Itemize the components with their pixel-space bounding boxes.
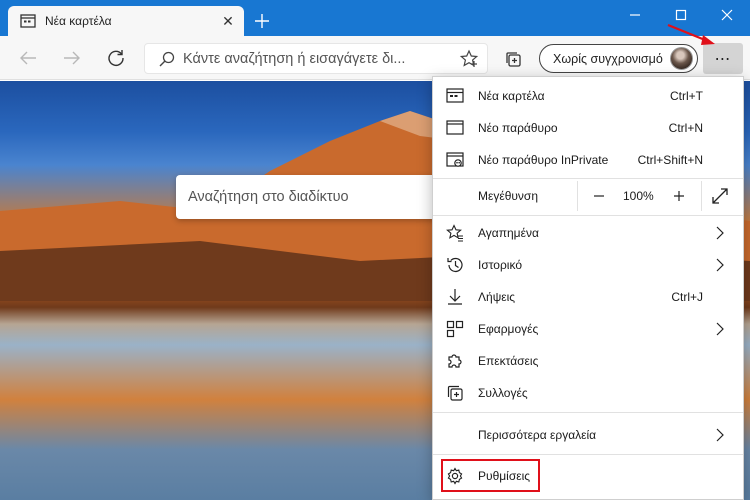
menu-item-apps[interactable]: Εφαρμογές <box>433 313 743 345</box>
tab-close-icon[interactable]: ✕ <box>218 11 238 31</box>
menu-item-shortcut: Ctrl+Shift+N <box>637 153 703 167</box>
menu-item-downloads[interactable]: Λήψεις Ctrl+J <box>433 281 743 313</box>
refresh-icon <box>108 50 124 67</box>
plus-icon <box>255 14 269 28</box>
menu-item-shortcut: Ctrl+N <box>668 121 703 135</box>
menu-item-collections[interactable]: Συλλογές <box>433 377 743 409</box>
new-window-icon <box>446 120 464 135</box>
add-favorite-star-icon[interactable] <box>459 49 479 69</box>
toolbar: Κάντε αναζήτηση ή εισαγάγετε δι... Χωρίς… <box>0 36 750 80</box>
minus-icon <box>594 195 604 197</box>
menu-divider <box>433 454 743 455</box>
tab-page-icon <box>20 14 36 28</box>
back-arrow-icon <box>20 51 36 65</box>
refresh-button[interactable] <box>102 44 130 72</box>
menu-item-shortcut: Ctrl+J <box>671 290 703 304</box>
back-button[interactable] <box>14 44 42 72</box>
menu-item-favorites[interactable]: Αγαπημένα <box>433 217 743 249</box>
tab-new-tab[interactable]: Νέα καρτέλα ✕ <box>8 6 244 36</box>
red-annotation-arrow-icon <box>667 23 715 45</box>
menu-item-label: Νέο παράθυρο InPrivate <box>478 153 609 167</box>
settings-highlight-box <box>441 459 540 492</box>
zoom-label: Μεγέθυνση <box>478 189 539 203</box>
new-tab-icon <box>446 88 464 103</box>
download-icon <box>448 289 462 305</box>
address-input[interactable]: Κάντε αναζήτηση ή εισαγάγετε δι... <box>183 51 433 67</box>
zoom-level-value: 100% <box>623 189 654 203</box>
settings-and-more-menu: Νέα καρτέλα Ctrl+T Νέο παράθυρο Ctrl+N Ν… <box>432 76 744 500</box>
zoom-divider <box>577 181 578 211</box>
menu-item-label: Λήψεις <box>478 290 516 304</box>
menu-item-label: Περισσότερα εργαλεία <box>478 428 597 442</box>
zoom-in-button[interactable] <box>668 185 690 207</box>
collections-button[interactable] <box>500 46 526 72</box>
profile-sync-label: Χωρίς συγχρονισμό <box>553 51 663 66</box>
close-icon <box>721 9 733 21</box>
web-search-placeholder: Αναζήτηση στο διαδίκτυο <box>188 189 349 205</box>
zoom-out-button[interactable] <box>588 185 610 207</box>
menu-item-history[interactable]: Ιστορικό <box>433 249 743 281</box>
menu-item-new-inprivate-window[interactable]: Νέο παράθυρο InPrivate Ctrl+Shift+N <box>433 144 743 176</box>
menu-item-new-tab[interactable]: Νέα καρτέλα Ctrl+T <box>433 80 743 112</box>
favorites-icon <box>446 224 463 242</box>
fullscreen-icon[interactable] <box>711 187 729 205</box>
menu-item-more-tools[interactable]: Περισσότερα εργαλεία <box>433 419 743 451</box>
plus-icon <box>674 191 684 201</box>
menu-item-extensions[interactable]: Επεκτάσεις <box>433 345 743 377</box>
chevron-right-icon <box>716 322 724 336</box>
minimize-icon <box>630 14 640 16</box>
zoom-row: Μεγέθυνση 100% <box>433 179 743 213</box>
chevron-right-icon <box>716 258 724 272</box>
menu-item-label: Νέο παράθυρο <box>478 121 558 135</box>
menu-item-label: Αγαπημένα <box>478 226 539 240</box>
menu-item-new-window[interactable]: Νέο παράθυρο Ctrl+N <box>433 112 743 144</box>
forward-arrow-icon <box>64 51 80 65</box>
collections-icon <box>506 52 521 67</box>
title-bar: Νέα καρτέλα ✕ <box>0 0 750 36</box>
chevron-right-icon <box>716 226 724 240</box>
zoom-divider <box>701 181 702 211</box>
chevron-right-icon <box>716 428 724 442</box>
new-tab-button[interactable] <box>250 9 274 33</box>
tab-title: Νέα καρτέλα <box>45 14 112 28</box>
search-icon <box>159 51 175 66</box>
inprivate-icon <box>446 152 464 167</box>
web-search-input[interactable]: Αναζήτηση στο διαδίκτυο <box>176 175 438 219</box>
menu-item-shortcut: Ctrl+T <box>670 89 703 103</box>
menu-item-label: Νέα καρτέλα <box>478 89 545 103</box>
menu-item-label: Ιστορικό <box>478 258 523 272</box>
maximize-icon <box>675 9 687 21</box>
menu-item-label: Εφαρμογές <box>478 322 539 336</box>
menu-divider <box>433 412 743 413</box>
menu-item-label: Συλλογές <box>478 386 528 400</box>
minimize-button[interactable] <box>612 0 658 30</box>
forward-button[interactable] <box>58 44 86 72</box>
apps-icon <box>446 320 464 338</box>
collections-icon <box>447 385 463 401</box>
address-bar[interactable]: Κάντε αναζήτηση ή εισαγάγετε δι... <box>144 43 488 74</box>
menu-item-label: Επεκτάσεις <box>478 354 539 368</box>
history-icon <box>447 257 463 273</box>
menu-divider <box>433 215 743 216</box>
extensions-icon <box>448 354 462 368</box>
